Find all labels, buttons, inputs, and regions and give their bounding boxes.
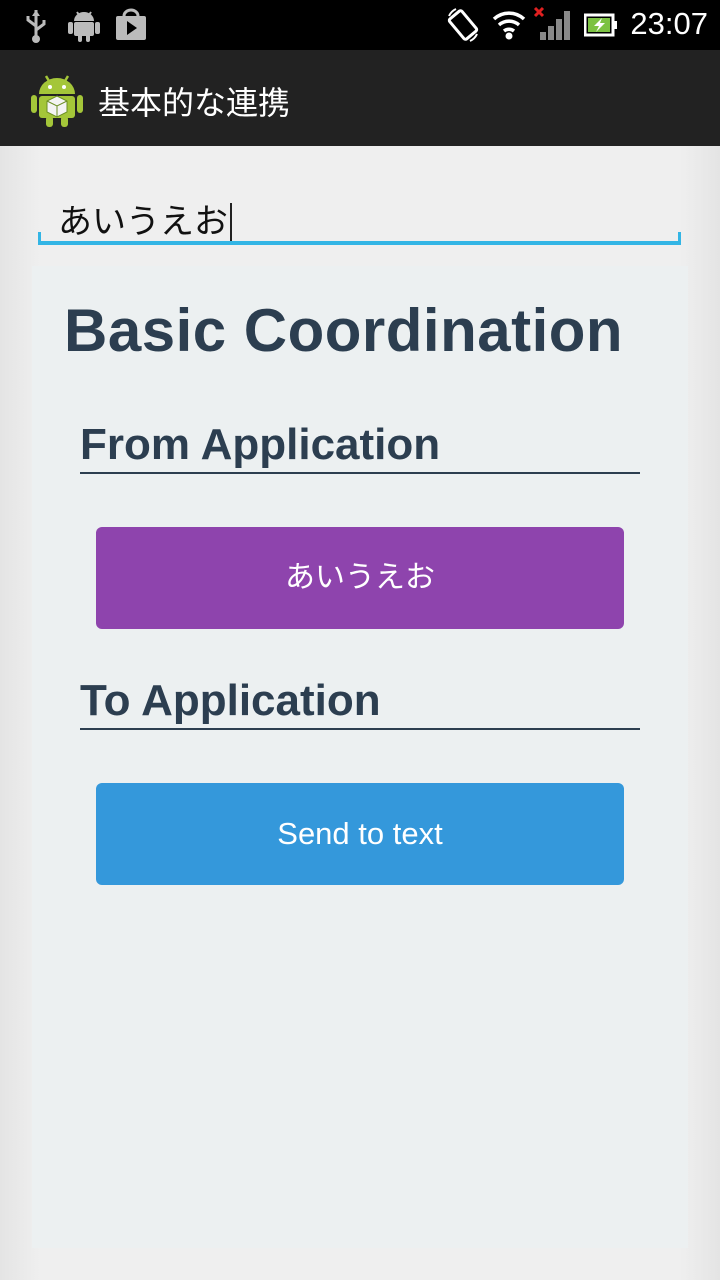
from-application-heading: From Application (80, 420, 640, 474)
signal-no-service-icon (533, 6, 570, 40)
app-title: 基本的な連携 (98, 84, 291, 122)
rotate-icon (447, 8, 479, 42)
webview-panel: Basic Coordination From Application あいうえ… (32, 266, 688, 1248)
text-input-field[interactable]: あいうえお (40, 186, 680, 248)
from-application-button[interactable]: あいうえお (96, 527, 624, 629)
input-underline (40, 241, 681, 245)
status-time: 23:07 (630, 6, 708, 41)
status-bar: 23:07 (0, 0, 720, 50)
text-caret (230, 202, 232, 245)
play-store-icon (116, 8, 146, 40)
send-to-text-button[interactable]: Send to text (96, 783, 624, 885)
to-application-heading: To Application (80, 676, 640, 730)
android-debug-icon (68, 11, 100, 42)
page-heading: Basic Coordination (64, 297, 624, 364)
input-underline-left-tick (38, 232, 41, 245)
wifi-icon (492, 11, 526, 40)
action-bar: 基本的な連携 (0, 50, 720, 146)
input-value: あいうえお (58, 202, 228, 242)
battery-charging-icon (584, 13, 617, 37)
input-underline-right-tick (678, 232, 681, 245)
android-app-icon[interactable] (30, 70, 84, 128)
usb-icon (26, 10, 46, 43)
